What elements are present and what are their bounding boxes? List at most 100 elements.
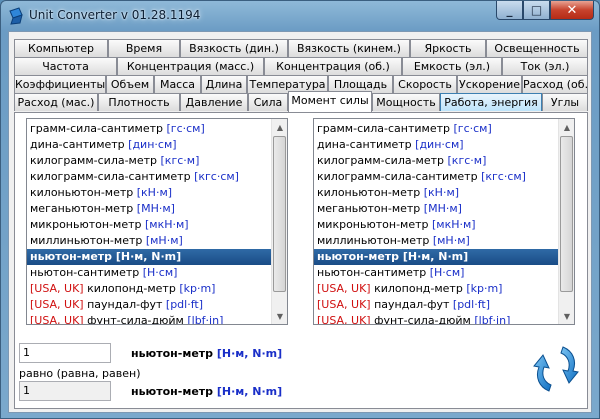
tab-angles[interactable]: Углы bbox=[542, 93, 588, 111]
tab-acceleration[interactable]: Ускорение bbox=[457, 75, 522, 93]
unit-name: грамм-сила-сантиметр bbox=[30, 122, 167, 135]
from-unit-list-item[interactable]: [USA, UK] паундал-фут [pdl·ft] bbox=[27, 297, 273, 313]
to-unit-list-item[interactable]: ньютон-метр [Н·м, N·m] bbox=[314, 249, 560, 265]
unit-name: килограмм-сила-метр bbox=[317, 154, 448, 167]
from-unit-symbol: [Н·м, N·m] bbox=[216, 347, 283, 360]
tab-coefficients[interactable]: Коэффициенты bbox=[14, 75, 106, 93]
tab-work-energy[interactable]: Работа, энергия bbox=[440, 93, 542, 111]
unit-symbol: [pdl·ft] bbox=[165, 298, 203, 311]
unit-name: грамм-сила-сантиметр bbox=[317, 122, 454, 135]
swap-units-icon[interactable] bbox=[533, 343, 579, 395]
tab-current[interactable]: Ток (эл.) bbox=[502, 57, 588, 75]
to-list-scrollbar[interactable]: ▲ ▼ bbox=[558, 119, 574, 324]
tab-capacitance[interactable]: Емкость (эл.) bbox=[402, 57, 502, 75]
unit-symbol: [pdl·ft] bbox=[452, 298, 490, 311]
tab-row-2: Частота Концентрация (масс.) Концентраци… bbox=[14, 57, 588, 75]
scroll-down-arrow-icon[interactable]: ▼ bbox=[559, 308, 574, 324]
scroll-thumb[interactable] bbox=[273, 136, 286, 292]
unit-name: дина-сантиметр bbox=[30, 138, 129, 151]
tab-volume[interactable]: Объем bbox=[106, 75, 154, 93]
tab-torque[interactable]: Момент силы bbox=[288, 91, 372, 112]
unit-name: килограмм-сила-метр bbox=[30, 154, 161, 167]
unit-symbol: [мН·м] bbox=[432, 234, 470, 247]
unit-symbol: [кН·м] bbox=[423, 186, 460, 199]
unit-symbol: [lbf·in] bbox=[474, 314, 511, 325]
title-bar[interactable]: Unit Converter v 01.28.1194 _ □ ✕ bbox=[1, 1, 599, 31]
tab-pressure[interactable]: Давление bbox=[180, 93, 248, 111]
to-unit-symbol: [Н·м, N·m] bbox=[216, 385, 283, 398]
to-unit-list-item[interactable]: ньютон-сантиметр [Н·см] bbox=[314, 265, 560, 281]
unit-region-tag: [USA, UK] bbox=[30, 314, 84, 325]
unit-name: меганьютон-метр bbox=[30, 202, 137, 215]
unit-symbol: [Н·м, N·m] bbox=[115, 250, 182, 263]
from-unit-list-item[interactable]: [USA, UK] килопонд-метр [kp·m] bbox=[27, 281, 273, 297]
scroll-up-arrow-icon[interactable]: ▲ bbox=[559, 119, 574, 135]
tab-brightness[interactable]: Яркость bbox=[410, 39, 486, 57]
from-unit-list-item[interactable]: ньютон-метр [Н·м, N·m] bbox=[27, 249, 273, 265]
to-unit-name: ньютон-метр bbox=[131, 385, 217, 398]
to-unit-list-item[interactable]: [USA, UK] паундал-фут [pdl·ft] bbox=[314, 297, 560, 313]
to-unit-list-item[interactable]: микроньютон-метр [мкН·м] bbox=[314, 217, 560, 233]
from-value-input[interactable]: 1 bbox=[19, 343, 111, 363]
tab-time[interactable]: Время bbox=[108, 39, 180, 57]
tab-flow-mass[interactable]: Расход (мас.) bbox=[14, 93, 98, 111]
tab-mass[interactable]: Масса bbox=[154, 75, 201, 93]
tab-computer[interactable]: Компьютер bbox=[14, 39, 108, 57]
unit-symbol: [Н·см] bbox=[142, 266, 178, 279]
scroll-down-arrow-icon[interactable]: ▼ bbox=[272, 308, 287, 324]
to-unit-list-item[interactable]: дина-сантиметр [дин·см] bbox=[314, 137, 560, 153]
unit-name: килопонд-метр bbox=[370, 282, 467, 295]
result-value-field[interactable]: 1 bbox=[19, 381, 111, 401]
unit-symbol: [гс·см] bbox=[453, 122, 492, 135]
to-unit-list-item[interactable]: грамм-сила-сантиметр [гс·см] bbox=[314, 121, 560, 137]
to-unit-list-item[interactable]: меганьютон-метр [МН·м] bbox=[314, 201, 560, 217]
tab-flow-volume[interactable]: Расход (об.) bbox=[522, 75, 588, 93]
tab-viscosity-kin[interactable]: Вязкость (кинем.) bbox=[288, 39, 410, 57]
scroll-thumb[interactable] bbox=[560, 136, 573, 292]
tab-power[interactable]: Мощность bbox=[372, 93, 440, 111]
maximize-button[interactable]: □ bbox=[523, 1, 550, 20]
close-button[interactable]: ✕ bbox=[550, 1, 594, 20]
from-unit-list-item[interactable]: килограмм-сила-метр [кгс·м] bbox=[27, 153, 273, 169]
to-unit-list-item[interactable]: миллиньютон-метр [мН·м] bbox=[314, 233, 560, 249]
unit-name: микроньютон-метр bbox=[30, 218, 145, 231]
to-unit-list-item[interactable]: килограмм-сила-сантиметр [кгс·см] bbox=[314, 169, 560, 185]
to-unit-list-item[interactable]: килограмм-сила-метр [кгс·м] bbox=[314, 153, 560, 169]
scroll-up-arrow-icon[interactable]: ▲ bbox=[272, 119, 287, 135]
from-unit-list-item[interactable]: килограмм-сила-сантиметр [кгс·см] bbox=[27, 169, 273, 185]
unit-name: микроньютон-метр bbox=[317, 218, 432, 231]
to-unit-list-item[interactable]: [USA, UK] фунт-сила-дюйм [lbf·in] bbox=[314, 313, 560, 325]
tab-illuminance[interactable]: Освещенность bbox=[486, 39, 588, 57]
minimize-button[interactable]: _ bbox=[496, 1, 523, 20]
to-unit-list[interactable]: грамм-сила-сантиметр [гс·см] дина-сантиме… bbox=[313, 118, 575, 325]
tab-force[interactable]: Сила bbox=[248, 93, 288, 111]
unit-region-tag: [USA, UK] bbox=[317, 282, 371, 295]
from-unit-list-item[interactable]: ньютон-сантиметр [Н·см] bbox=[27, 265, 273, 281]
tab-concentration-vol[interactable]: Концентрация (об.) bbox=[264, 57, 402, 75]
from-unit-list-item[interactable]: [USA, UK] фунт-сила-дюйм [lbf·in] bbox=[27, 313, 273, 325]
unit-name: фунт-сила-дюйм bbox=[83, 314, 188, 325]
to-unit-list-item[interactable]: [USA, UK] килопонд-метр [kp·m] bbox=[314, 281, 560, 297]
unit-name: фунт-сила-дюйм bbox=[370, 314, 475, 325]
from-list-scrollbar[interactable]: ▲ ▼ bbox=[271, 119, 287, 324]
tab-length[interactable]: Длина bbox=[201, 75, 247, 93]
unit-name: ньютон-сантиметр bbox=[30, 266, 143, 279]
from-unit-list-item[interactable]: грамм-сила-сантиметр [гс·см] bbox=[27, 121, 273, 137]
from-unit-list-item[interactable]: меганьютон-метр [МН·м] bbox=[27, 201, 273, 217]
tab-viscosity-dyn[interactable]: Вязкость (дин.) bbox=[180, 39, 288, 57]
tab-density[interactable]: Плотность bbox=[98, 93, 180, 111]
from-unit-list[interactable]: грамм-сила-сантиметр [гс·см] дина-сантиме… bbox=[26, 118, 288, 325]
unit-symbol: [МН·м] bbox=[136, 202, 175, 215]
from-unit-list-item[interactable]: килоньютон-метр [кН·м] bbox=[27, 185, 273, 201]
to-unit-list-item[interactable]: килоньютон-метр [кН·м] bbox=[314, 185, 560, 201]
tab-frequency[interactable]: Частота bbox=[14, 57, 117, 75]
from-unit-list-item[interactable]: микроньютон-метр [мкН·м] bbox=[27, 217, 273, 233]
from-unit-list-item[interactable]: дина-сантиметр [дин·см] bbox=[27, 137, 273, 153]
tab-concentration-mass[interactable]: Концентрация (масс.) bbox=[117, 57, 264, 75]
unit-name: дина-сантиметр bbox=[317, 138, 416, 151]
tab-speed[interactable]: Скорость bbox=[393, 75, 457, 93]
from-unit-list-item[interactable]: миллиньютон-метр [мН·м] bbox=[27, 233, 273, 249]
tab-row-4: Расход (мас.) Плотность Давление Сила Мо… bbox=[14, 91, 588, 112]
unit-symbol: [кгс·м] bbox=[160, 154, 200, 167]
unit-symbol: [мН·м] bbox=[145, 234, 183, 247]
